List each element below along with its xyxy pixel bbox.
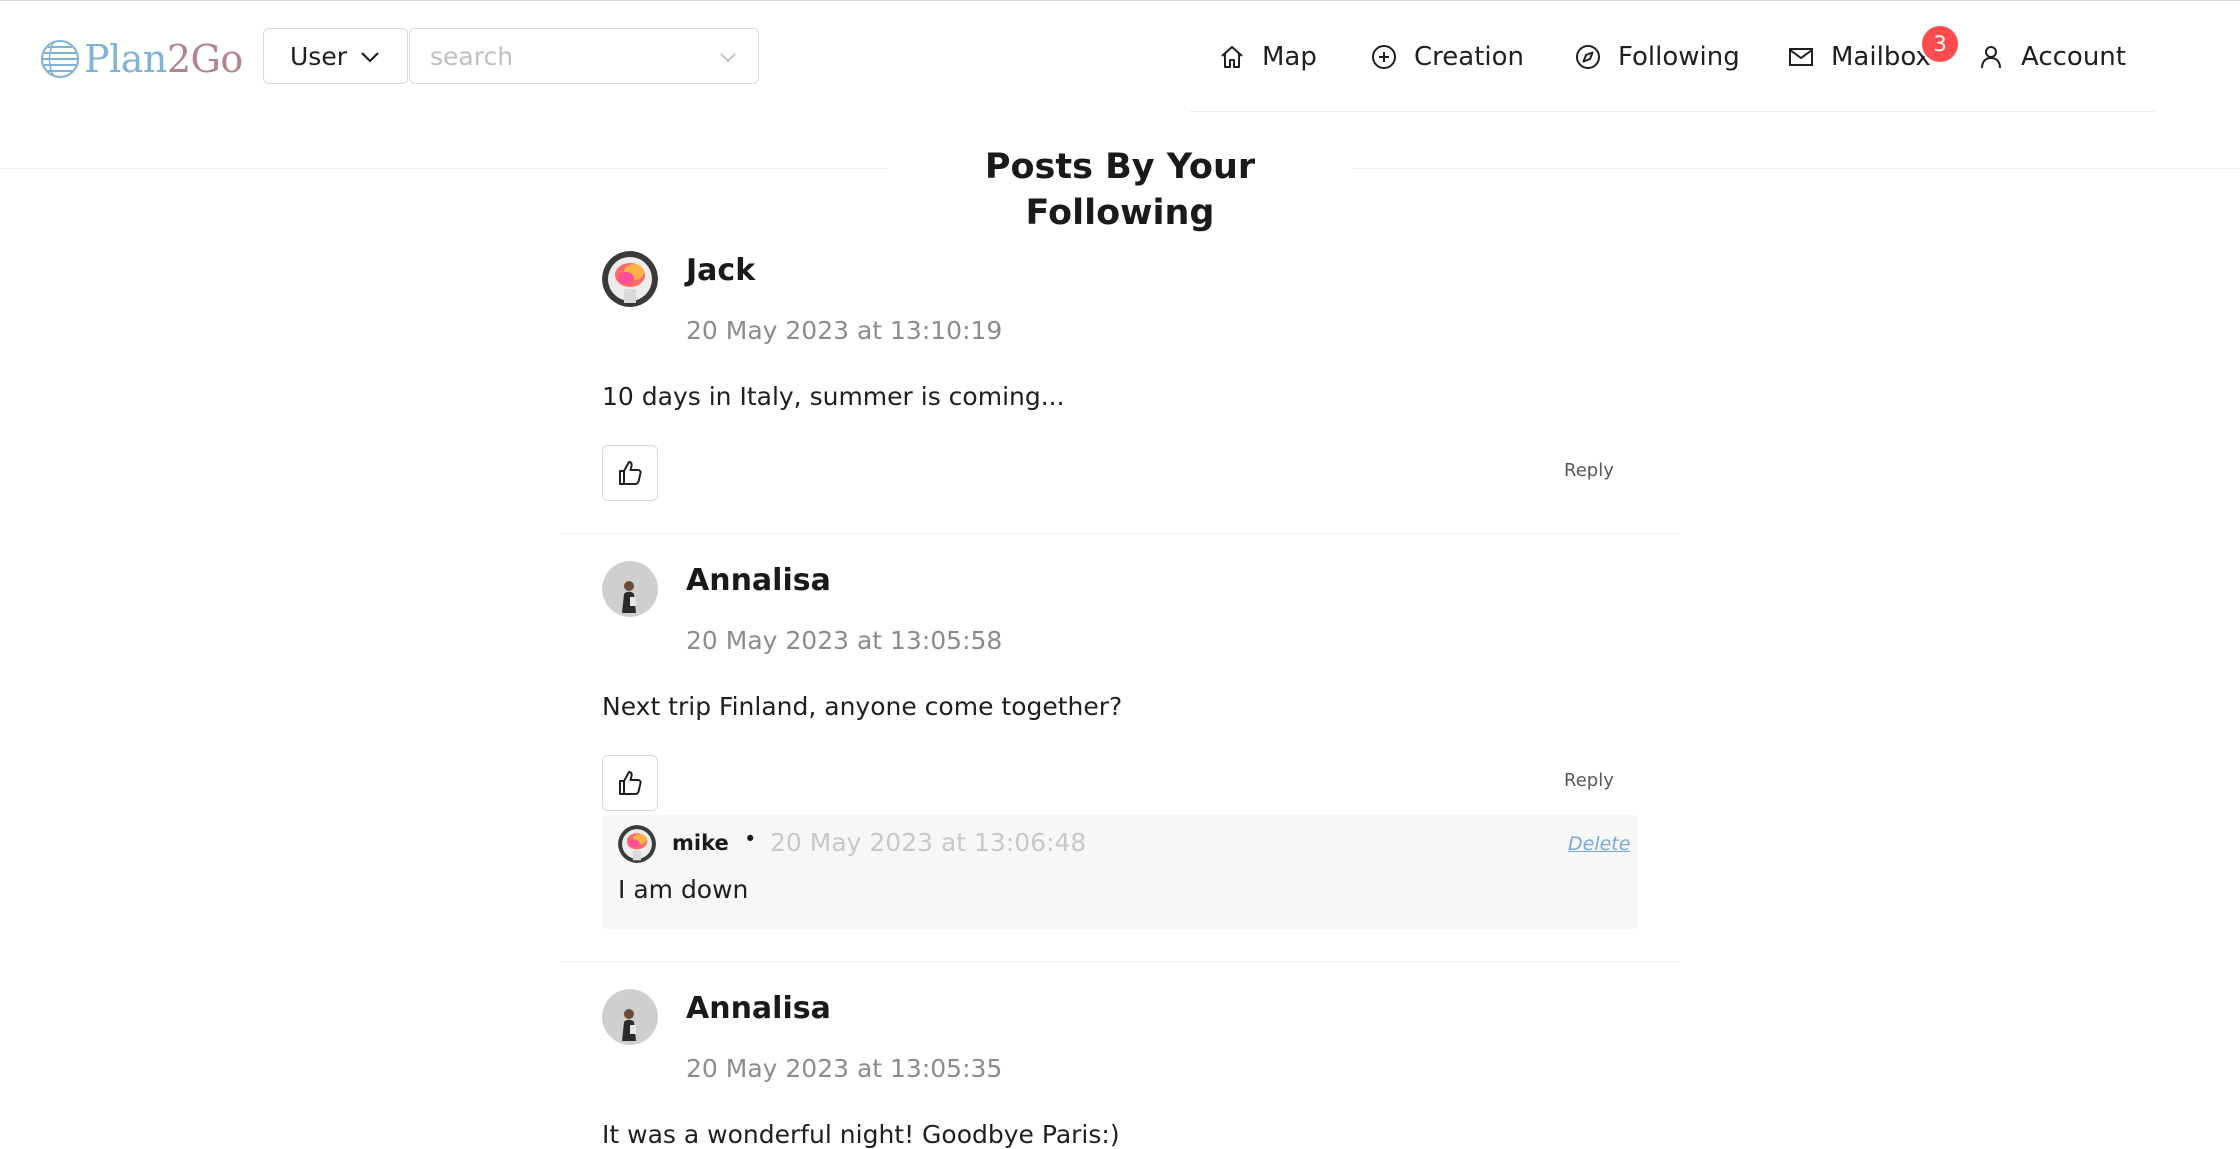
post-time: 20 May 2023 at 13:05:35 [686, 1054, 1003, 1083]
section-divider: Posts By Your Following [0, 144, 2240, 233]
search-type-value: User [290, 41, 347, 71]
post-author[interactable]: Annalisa [686, 991, 831, 1026]
home-icon [1221, 46, 1243, 68]
post-author[interactable]: Annalisa [686, 563, 831, 598]
nav-label-creation: Creation [1414, 42, 1525, 72]
thumbs-up-icon [619, 771, 642, 795]
like-button[interactable] [602, 445, 658, 501]
search-input[interactable] [410, 29, 690, 83]
comment-text: I am down [618, 875, 749, 904]
chevron-down-icon [361, 52, 379, 63]
nav-label-mailbox: Mailbox [1831, 42, 1931, 72]
mailbox-badge: 3 [1922, 26, 1958, 62]
divider-line [0, 168, 888, 169]
user-icon [1981, 46, 2001, 69]
nav-item-creation[interactable]: Creation [1370, 37, 1524, 77]
nav-item-mailbox[interactable]: Mailbox [1787, 37, 1931, 77]
logo-text: Plan2Go [84, 37, 243, 81]
comment-avatar[interactable] [618, 825, 656, 863]
nav-item-account[interactable]: Account [1977, 37, 2126, 77]
post-item: Annalisa 20 May 2023 at 13:05:35 It was … [560, 962, 1680, 1149]
avatar[interactable] [602, 561, 658, 617]
nav-item-map[interactable]: Map [1218, 37, 1317, 77]
nav-label-map: Map [1262, 42, 1317, 72]
globe-icon [41, 40, 79, 78]
search-type-select[interactable]: User [263, 28, 408, 84]
post-item: Annalisa 20 May 2023 at 13:05:58 Next tr… [560, 534, 1680, 962]
avatar[interactable] [602, 251, 658, 307]
nav-label-following: Following [1618, 42, 1740, 72]
mail-icon [1789, 48, 1813, 66]
top-nav: Map Creation Following Mailbox Account [1190, 1, 2155, 112]
plus-circle-icon [1372, 45, 1396, 69]
post-item: Jack 20 May 2023 at 13:10:19 10 days in … [560, 221, 1680, 534]
comment-author[interactable]: mike [672, 831, 729, 855]
post-time: 20 May 2023 at 13:05:58 [686, 626, 1003, 655]
chevron-down-icon [720, 53, 736, 63]
avatar-image [602, 251, 658, 307]
post-content: It was a wonderful night! Goodbye Paris:… [602, 1120, 1120, 1149]
delete-comment-link[interactable]: Delete [1568, 833, 1630, 855]
avatar[interactable] [602, 989, 658, 1045]
like-button[interactable] [602, 755, 658, 811]
compass-icon [1576, 45, 1600, 69]
avatar-image [602, 561, 658, 617]
divider-line [1352, 168, 2240, 169]
reply-button[interactable]: Reply [1564, 460, 1614, 481]
post-content: Next trip Finland, anyone come together? [602, 692, 1123, 721]
nav-label-account: Account [2021, 42, 2126, 72]
logo[interactable]: Plan2Go [40, 35, 243, 83]
post-feed: Jack 20 May 2023 at 13:10:19 10 days in … [560, 221, 1680, 1149]
post-content: 10 days in Italy, summer is coming... [602, 382, 1065, 411]
avatar-image [602, 989, 658, 1045]
post-time: 20 May 2023 at 13:10:19 [686, 316, 1003, 345]
avatar-image [618, 825, 656, 863]
search-field[interactable] [409, 28, 759, 84]
thumbs-up-icon [619, 461, 642, 485]
nav-item-following[interactable]: Following [1574, 37, 1740, 77]
comment-separator: • [744, 827, 757, 851]
post-author[interactable]: Jack [686, 253, 755, 288]
comment-time: 20 May 2023 at 13:06:48 [770, 828, 1087, 857]
reply-button[interactable]: Reply [1564, 770, 1614, 791]
comment-item: mike • 20 May 2023 at 13:06:48 Delete I … [602, 815, 1638, 929]
